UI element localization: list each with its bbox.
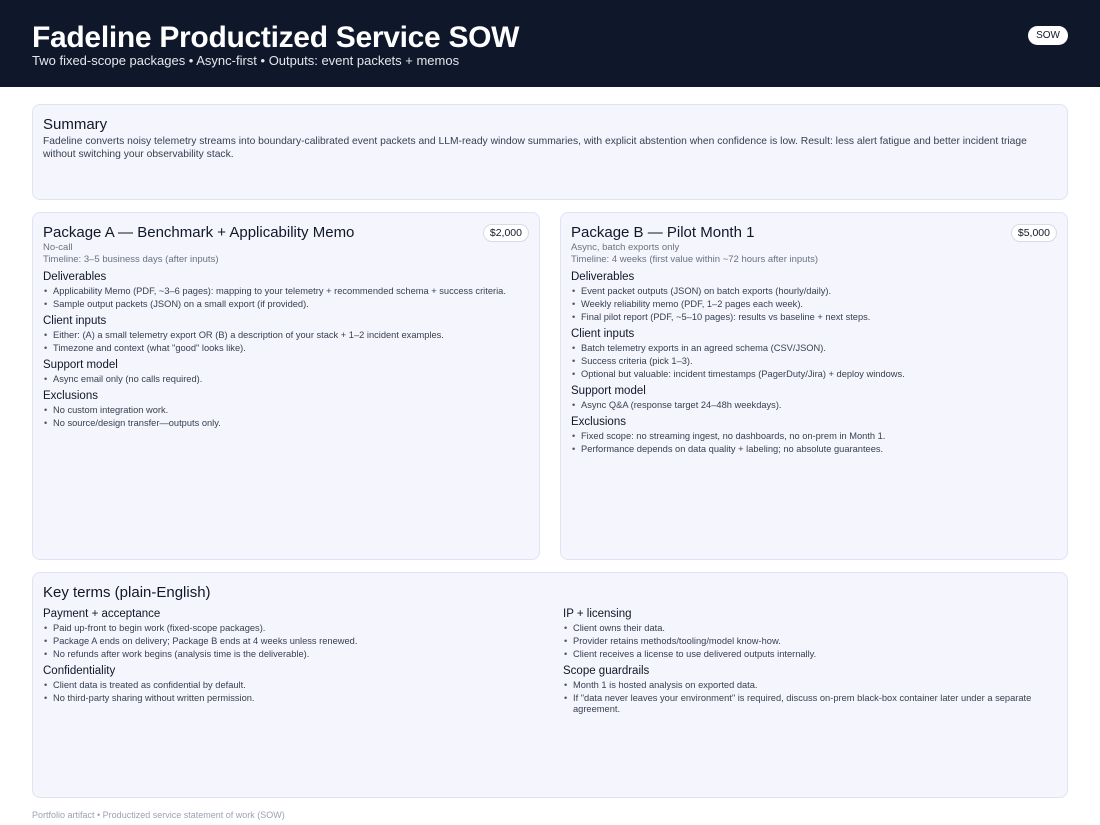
list-item: Package A ends on delivery; Package B en… (43, 636, 543, 648)
list-item: Final pilot report (PDF, ~5–10 pages): r… (571, 312, 1057, 324)
key-terms-right-column: IP + licensing Client owns their data. P… (563, 603, 1063, 716)
package-b-inputs-heading: Client inputs (571, 328, 635, 340)
package-a-support-heading: Support model (43, 359, 118, 371)
list-item: Success criteria (pick 1–3). (571, 356, 1057, 368)
package-b-deliverables-list: Event packet outputs (JSON) on batch exp… (571, 286, 1057, 324)
package-a-inputs-list: Either: (A) a small telemetry export OR … (43, 330, 529, 355)
list-item: If "data never leaves your environment" … (563, 693, 1063, 716)
list-item: Applicability Memo (PDF, ~3–6 pages): ma… (43, 286, 529, 298)
package-a-deliverables-heading: Deliverables (43, 271, 107, 283)
scope-guardrails-list: Month 1 is hosted analysis on exported d… (563, 680, 1063, 716)
list-item: Async Q&A (response target 24–48h weekda… (571, 400, 1057, 412)
page-subtitle: Two fixed-scope packages • Async-first •… (32, 53, 460, 68)
package-a-timeline: Timeline: 3–5 business days (after input… (43, 254, 219, 265)
list-item: No third-party sharing without written p… (43, 693, 543, 705)
package-b-support-heading: Support model (571, 385, 646, 397)
list-item: Optional but valuable: incident timestam… (571, 369, 1057, 381)
list-item: Weekly reliability memo (PDF, 1–2 pages … (571, 299, 1057, 311)
list-item: Sample output packets (JSON) on a small … (43, 299, 529, 311)
package-b-price-badge: $5,000 (1010, 224, 1057, 242)
key-terms-card: Key terms (plain-English) Payment + acce… (32, 572, 1068, 798)
package-a-inputs-heading: Client inputs (43, 315, 107, 327)
footer-caption: Portfolio artifact • Productized service… (32, 810, 285, 820)
package-a-deliverables-list: Applicability Memo (PDF, ~3–6 pages): ma… (43, 286, 529, 311)
ip-licensing-heading: IP + licensing (563, 608, 632, 620)
package-a-price-badge: $2,000 (482, 224, 529, 242)
list-item: No source/design transfer—outputs only. (43, 418, 529, 430)
summary-title: Summary (43, 116, 108, 133)
package-b-title: Package B — Pilot Month 1 (571, 224, 755, 241)
list-item: Month 1 is hosted analysis on exported d… (563, 680, 1063, 692)
scope-guardrails-heading: Scope guardrails (563, 665, 650, 677)
package-b-exclusions-heading: Exclusions (571, 416, 626, 428)
confidentiality-list: Client data is treated as confidential b… (43, 680, 543, 705)
package-b-mode: Async, batch exports only (571, 242, 680, 253)
list-item: Either: (A) a small telemetry export OR … (43, 330, 529, 342)
payment-list: Paid up-front to begin work (fixed-scope… (43, 623, 543, 661)
package-b-card: Package B — Pilot Month 1 $5,000 Async, … (560, 212, 1068, 560)
list-item: Client data is treated as confidential b… (43, 680, 543, 692)
package-a-exclusions-list: No custom integration work. No source/de… (43, 405, 529, 430)
package-a-title: Package A — Benchmark + Applicability Me… (43, 224, 355, 241)
key-terms-left-column: Payment + acceptance Paid up-front to be… (43, 603, 543, 704)
package-a-exclusions-heading: Exclusions (43, 390, 98, 402)
list-item: No refunds after work begins (analysis t… (43, 649, 543, 661)
sow-badge: SOW (1028, 26, 1068, 45)
list-item: Client receives a license to use deliver… (563, 649, 1063, 661)
list-item: Event packet outputs (JSON) on batch exp… (571, 286, 1057, 298)
list-item: Async email only (no calls required). (43, 374, 529, 386)
package-b-deliverables-heading: Deliverables (571, 271, 635, 283)
payment-heading: Payment + acceptance (43, 608, 161, 620)
list-item: Client owns their data. (563, 623, 1063, 635)
list-item: Paid up-front to begin work (fixed-scope… (43, 623, 543, 635)
header-bar: Fadeline Productized Service SOW Two fix… (0, 0, 1100, 87)
key-terms-title: Key terms (plain-English) (43, 584, 211, 601)
package-a-support-list: Async email only (no calls required). (43, 374, 529, 386)
package-b-timeline: Timeline: 4 weeks (first value within ~7… (571, 254, 819, 265)
package-a-card: Package A — Benchmark + Applicability Me… (32, 212, 540, 560)
package-b-support-list: Async Q&A (response target 24–48h weekda… (571, 400, 1057, 412)
page-title: Fadeline Productized Service SOW (32, 21, 520, 54)
ip-licensing-list: Client owns their data. Provider retains… (563, 623, 1063, 661)
list-item: No custom integration work. (43, 405, 529, 417)
list-item: Fixed scope: no streaming ingest, no das… (571, 431, 1057, 443)
confidentiality-heading: Confidentiality (43, 665, 116, 677)
list-item: Timezone and context (what "good" looks … (43, 343, 529, 355)
summary-card: Summary Fadeline converts noisy telemetr… (32, 104, 1068, 200)
summary-text: Fadeline converts noisy telemetry stream… (43, 136, 1027, 160)
package-b-inputs-list: Batch telemetry exports in an agreed sch… (571, 343, 1057, 381)
list-item: Performance depends on data quality + la… (571, 444, 1057, 456)
package-b-exclusions-list: Fixed scope: no streaming ingest, no das… (571, 431, 1057, 456)
package-a-mode: No-call (43, 242, 73, 253)
list-item: Provider retains methods/tooling/model k… (563, 636, 1063, 648)
list-item: Batch telemetry exports in an agreed sch… (571, 343, 1057, 355)
